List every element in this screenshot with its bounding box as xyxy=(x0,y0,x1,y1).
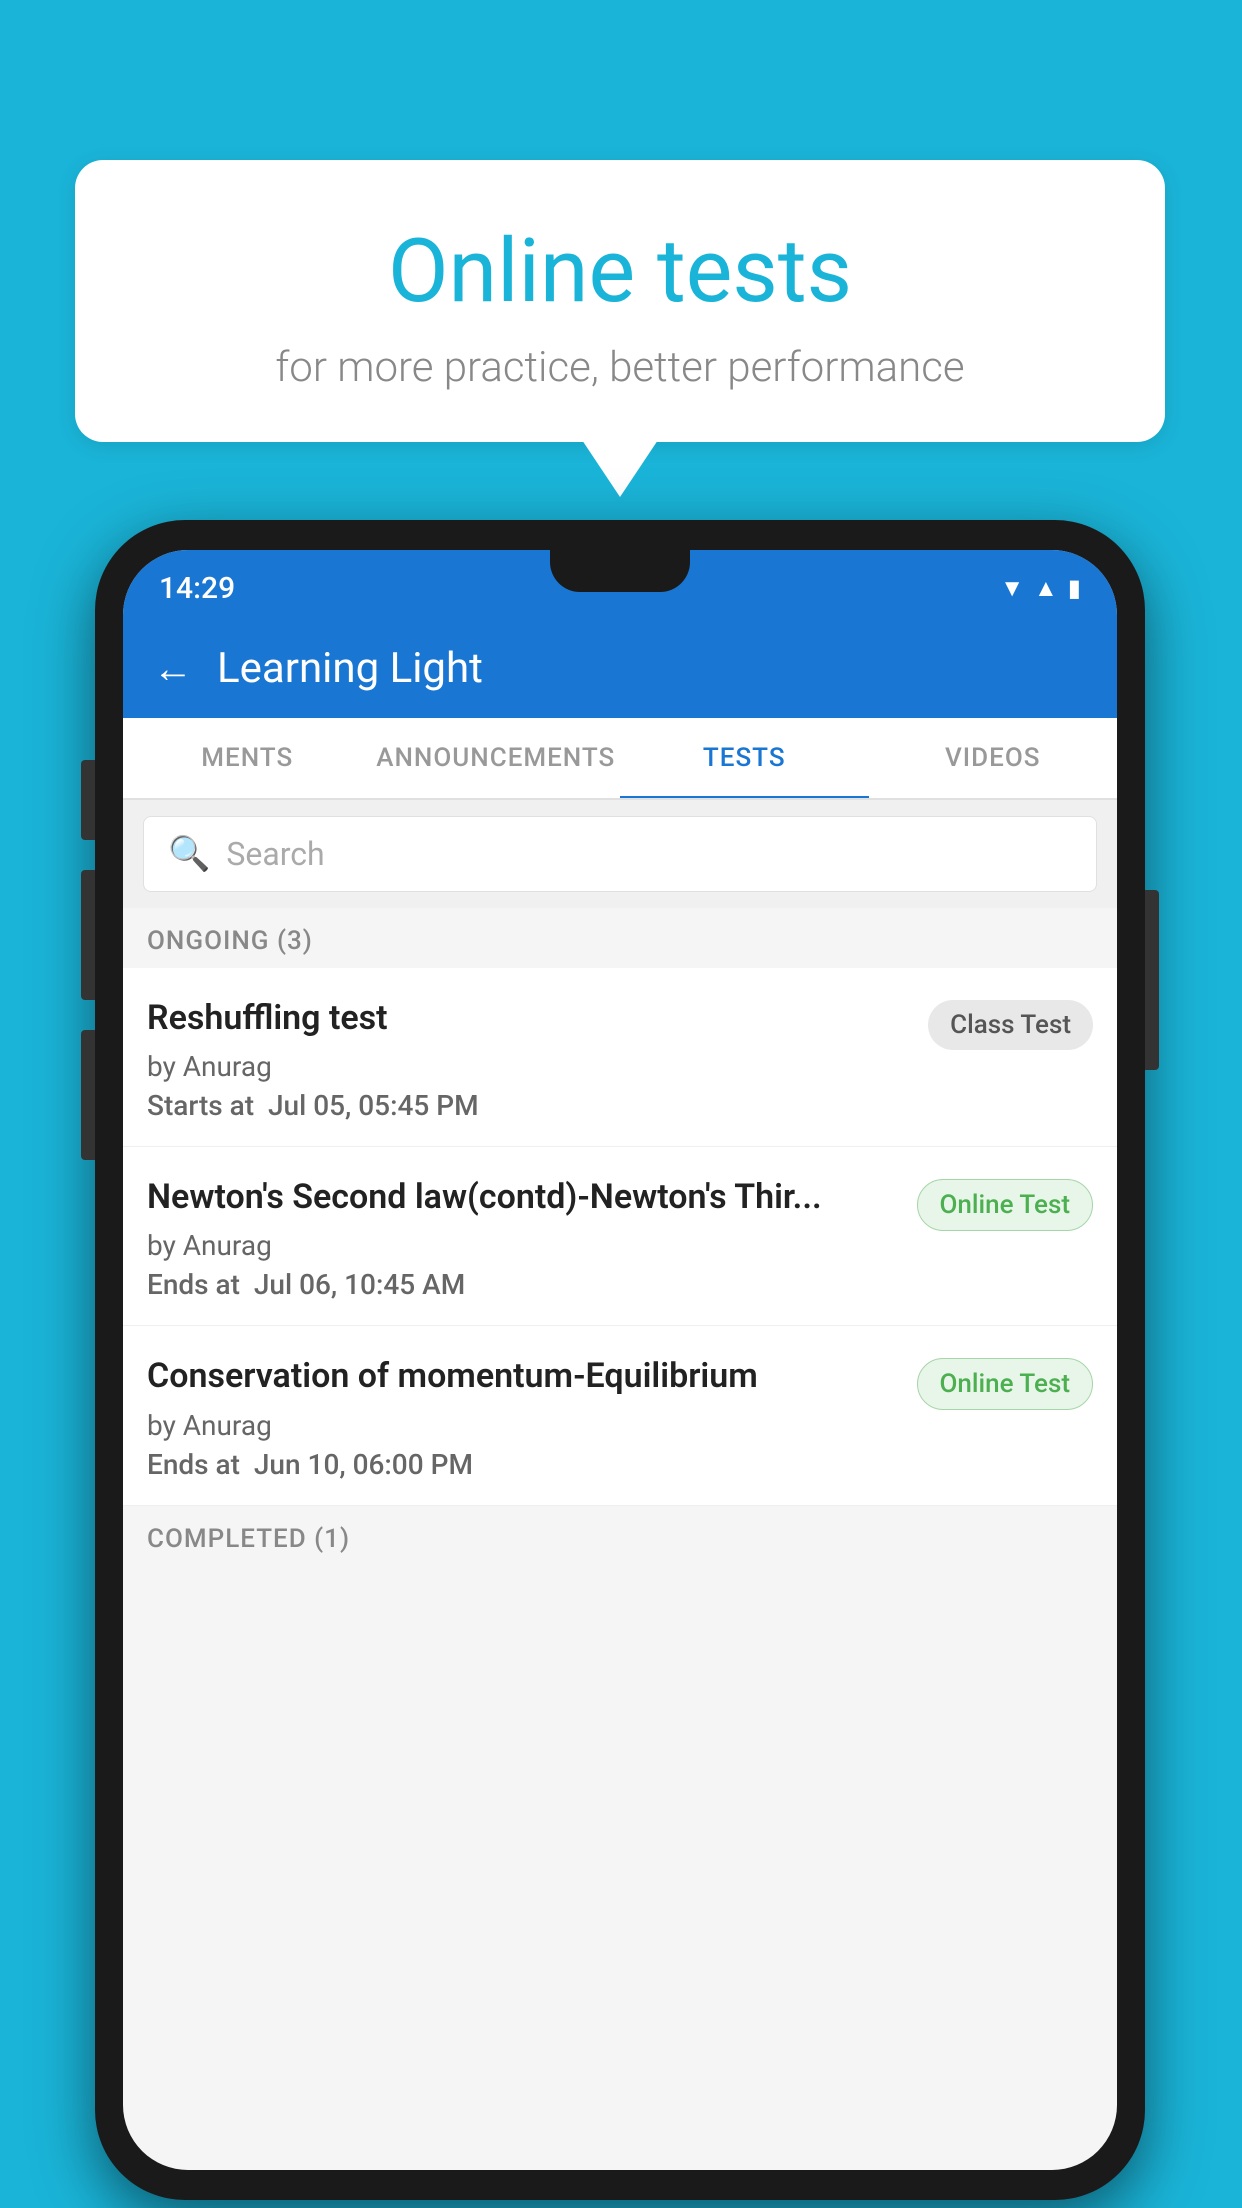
bubble-title: Online tests xyxy=(125,220,1115,323)
silent-button[interactable] xyxy=(81,1030,95,1160)
test-item-2[interactable]: Newton's Second law(contd)-Newton's Thir… xyxy=(123,1147,1117,1326)
status-icons: ▼ ▲ ▮ xyxy=(1000,574,1081,603)
back-button[interactable]: ← xyxy=(153,645,193,692)
volume-down-button[interactable] xyxy=(81,870,95,1000)
test-info-2: Newton's Second law(contd)-Newton's Thir… xyxy=(147,1175,901,1301)
status-time: 14:29 xyxy=(159,571,235,606)
signal-icon: ▲ xyxy=(1034,574,1058,603)
bubble-subtitle: for more practice, better performance xyxy=(125,343,1115,392)
search-input[interactable]: Search xyxy=(226,835,324,873)
tab-videos[interactable]: VIDEOS xyxy=(869,718,1118,798)
app-bar: ← Learning Light xyxy=(123,618,1117,718)
phone-frame: 14:29 ▼ ▲ ▮ ← Learning Light MENTS ANNOU… xyxy=(95,520,1145,2200)
test-info-3: Conservation of momentum-Equilibrium by … xyxy=(147,1354,901,1480)
phone-screen: 14:29 ▼ ▲ ▮ ← Learning Light MENTS ANNOU… xyxy=(123,550,1117,2170)
speech-bubble: Online tests for more practice, better p… xyxy=(75,160,1165,442)
test-title-3: Conservation of momentum-Equilibrium xyxy=(147,1354,901,1398)
test-item-3[interactable]: Conservation of momentum-Equilibrium by … xyxy=(123,1326,1117,1505)
badge-online-test-3: Online Test xyxy=(917,1358,1094,1410)
tab-tests[interactable]: TESTS xyxy=(620,718,869,798)
wifi-icon: ▼ xyxy=(1000,574,1024,603)
test-date-3: Ends at Jun 10, 06:00 PM xyxy=(147,1448,901,1481)
test-list: Reshuffling test by Anurag Starts at Jul… xyxy=(123,968,1117,1506)
volume-up-button[interactable] xyxy=(81,760,95,840)
test-info-1: Reshuffling test by Anurag Starts at Jul… xyxy=(147,996,912,1122)
completed-section-header: COMPLETED (1) xyxy=(123,1506,1117,1566)
test-by-1: by Anurag xyxy=(147,1050,912,1083)
search-container: 🔍 Search xyxy=(123,800,1117,908)
test-by-2: by Anurag xyxy=(147,1229,901,1262)
badge-class-test-1: Class Test xyxy=(928,1000,1093,1050)
search-bar[interactable]: 🔍 Search xyxy=(143,816,1097,892)
phone-frame-wrapper: 14:29 ▼ ▲ ▮ ← Learning Light MENTS ANNOU… xyxy=(95,520,1145,2200)
test-date-1: Starts at Jul 05, 05:45 PM xyxy=(147,1089,912,1122)
badge-online-test-2: Online Test xyxy=(917,1179,1094,1231)
tabs-bar: MENTS ANNOUNCEMENTS TESTS VIDEOS xyxy=(123,718,1117,800)
tab-announcements[interactable]: ANNOUNCEMENTS xyxy=(372,718,621,798)
app-title: Learning Light xyxy=(217,644,483,693)
test-date-2: Ends at Jul 06, 10:45 AM xyxy=(147,1268,901,1301)
test-title-2: Newton's Second law(contd)-Newton's Thir… xyxy=(147,1175,901,1219)
test-item-1[interactable]: Reshuffling test by Anurag Starts at Jul… xyxy=(123,968,1117,1147)
battery-icon: ▮ xyxy=(1068,574,1081,602)
ongoing-section-header: ONGOING (3) xyxy=(123,908,1117,968)
phone-notch xyxy=(550,550,690,592)
test-by-3: by Anurag xyxy=(147,1409,901,1442)
tab-ments[interactable]: MENTS xyxy=(123,718,372,798)
search-icon: 🔍 xyxy=(168,834,210,874)
power-button[interactable] xyxy=(1145,890,1159,1070)
test-title-1: Reshuffling test xyxy=(147,996,912,1040)
